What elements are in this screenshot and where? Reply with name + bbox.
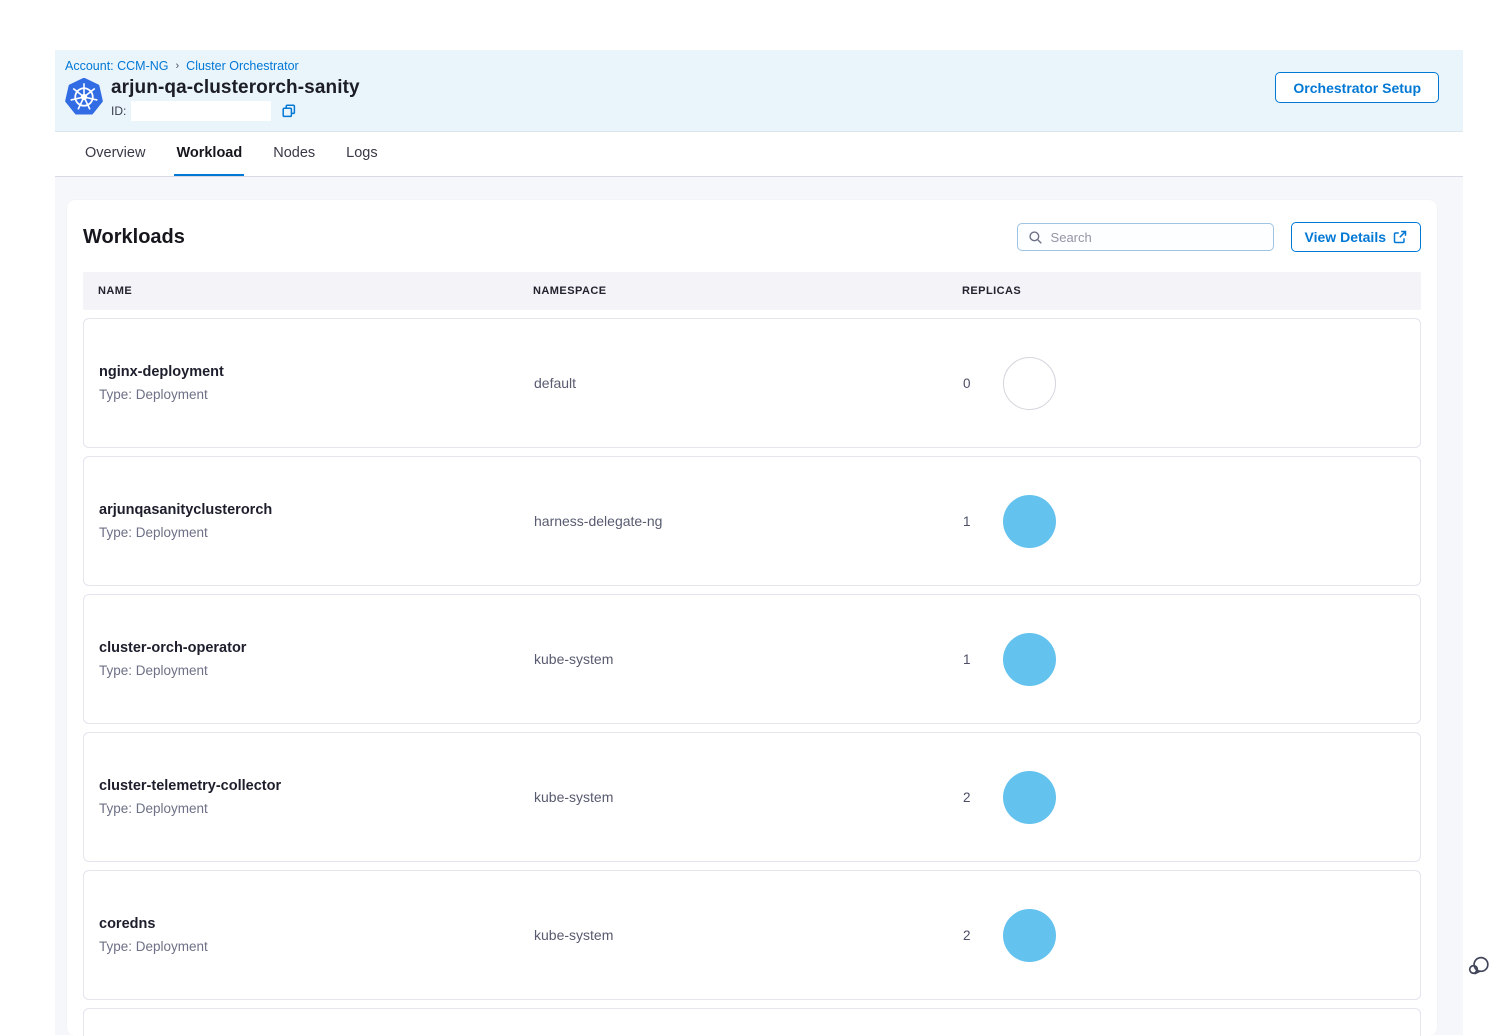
table-row[interactable]: nginx-deployment Type: Deployment defaul… xyxy=(83,318,1421,448)
search-box[interactable] xyxy=(1017,223,1274,251)
replica-count: 1 xyxy=(963,514,973,529)
search-input[interactable] xyxy=(1051,230,1263,245)
replica-count: 2 xyxy=(963,790,973,805)
column-header-namespace: NAMESPACE xyxy=(533,285,962,297)
main-window: Account: CCM-NG › Cluster Orchestrator xyxy=(55,50,1463,1035)
workload-type: Type: Deployment xyxy=(99,525,534,540)
external-link-icon xyxy=(1393,230,1407,244)
workload-namespace: kube-system xyxy=(534,927,963,943)
replica-count: 0 xyxy=(963,376,973,391)
workload-name: cluster-orch-operator xyxy=(99,640,534,656)
column-header-name: NAME xyxy=(83,285,533,297)
tab-nodes[interactable]: Nodes xyxy=(271,132,317,176)
replica-status-circle xyxy=(1003,771,1056,824)
chat-bubble-icon[interactable] xyxy=(1465,953,1493,981)
workload-namespace: harness-delegate-ng xyxy=(534,513,963,529)
workload-name: coredns xyxy=(99,916,534,932)
workload-type: Type: Deployment xyxy=(99,939,534,954)
workload-namespace: default xyxy=(534,375,963,391)
table-row[interactable]: cluster-telemetry-collector Type: Deploy… xyxy=(83,732,1421,862)
workloads-title: Workloads xyxy=(83,226,185,249)
table-row[interactable]: coredns Type: Deployment kube-system 2 xyxy=(83,870,1421,1000)
search-icon xyxy=(1028,230,1043,245)
table-row[interactable]: arjunqasanityclusterorch Type: Deploymen… xyxy=(83,456,1421,586)
cluster-id-label: ID: xyxy=(111,104,126,118)
view-details-label: View Details xyxy=(1305,229,1386,245)
breadcrumb-section-link[interactable]: Cluster Orchestrator xyxy=(186,59,299,73)
workload-namespace: kube-system xyxy=(534,789,963,805)
view-details-button[interactable]: View Details xyxy=(1291,222,1421,252)
workload-name: arjunqasanityclusterorch xyxy=(99,502,534,518)
tab-bar: Overview Workload Nodes Logs xyxy=(55,132,1463,177)
page-header: Account: CCM-NG › Cluster Orchestrator xyxy=(55,50,1463,132)
replica-status-circle xyxy=(1003,357,1056,410)
replica-status-circle xyxy=(1003,909,1056,962)
content-area: Workloads View Details xyxy=(55,177,1463,1035)
kubernetes-logo-icon xyxy=(65,78,103,116)
workloads-panel: Workloads View Details xyxy=(67,200,1437,1036)
workload-type: Type: Deployment xyxy=(99,387,534,402)
breadcrumb-separator-icon: › xyxy=(176,60,180,72)
breadcrumb: Account: CCM-NG › Cluster Orchestrator xyxy=(65,59,1438,73)
replica-status-circle xyxy=(1003,495,1056,548)
tab-overview[interactable]: Overview xyxy=(83,132,147,176)
cluster-id-value-redacted xyxy=(131,101,271,121)
table-header: NAME NAMESPACE REPLICAS xyxy=(83,272,1421,310)
table-row-partial[interactable] xyxy=(83,1008,1421,1036)
page-title: arjun-qa-clusterorch-sanity xyxy=(111,77,360,99)
workload-type: Type: Deployment xyxy=(99,663,534,678)
workload-name: nginx-deployment xyxy=(99,364,534,380)
replica-count: 2 xyxy=(963,928,973,943)
copy-icon[interactable] xyxy=(281,103,297,119)
table-row[interactable]: cluster-orch-operator Type: Deployment k… xyxy=(83,594,1421,724)
workload-type: Type: Deployment xyxy=(99,801,534,816)
orchestrator-setup-button[interactable]: Orchestrator Setup xyxy=(1275,72,1439,103)
replica-count: 1 xyxy=(963,652,973,667)
breadcrumb-account-link[interactable]: Account: CCM-NG xyxy=(65,59,169,73)
tab-workload[interactable]: Workload xyxy=(174,132,244,176)
column-header-replicas: REPLICAS xyxy=(962,285,1421,297)
workload-name: cluster-telemetry-collector xyxy=(99,778,534,794)
tab-logs[interactable]: Logs xyxy=(344,132,379,176)
replica-status-circle xyxy=(1003,633,1056,686)
workload-namespace: kube-system xyxy=(534,651,963,667)
